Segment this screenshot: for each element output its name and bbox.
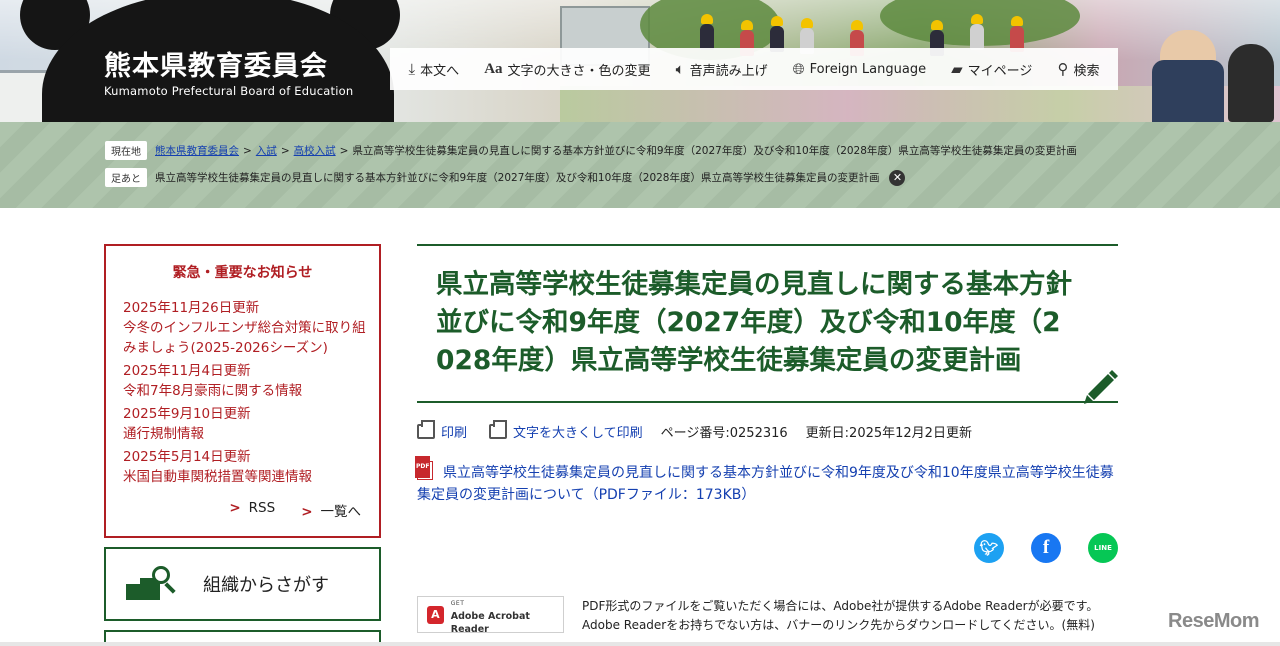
notice-link[interactable]: 通行規制情報 (123, 424, 368, 444)
notice-date: 2025年9月10日更新 (123, 406, 251, 422)
folder-icon: ▰ (951, 60, 963, 78)
font-size-color-link[interactable]: Aa 文字の大きさ・色の変更 (484, 60, 650, 79)
header-photo-child (700, 14, 714, 50)
util-label: 音声読み上げ (689, 63, 768, 79)
org-search-label: 組織からさがす (203, 575, 329, 596)
acrobat-text: GET Adobe Acrobat Reader (451, 595, 563, 635)
acrobat-logo-icon: A (427, 605, 444, 624)
util-label: Foreign Language (809, 61, 927, 77)
site-header: 熊本県教育委員会 Kumamoto Prefectural Board of E… (0, 0, 1280, 122)
history-trail: 足あと 県立高等学校生徒募集定員の見直しに関する基本方針並びに令和9年度（202… (105, 168, 906, 187)
breadcrumb-link-high-school-exam[interactable]: 高校入試 (294, 143, 336, 158)
notices-list: 2025年11月26日更新 今冬のインフルエンザ総合対策に取り組みましょう(20… (123, 298, 379, 487)
util-label: 検索 (1073, 63, 1100, 79)
breadcrumb-separator: > (339, 144, 349, 157)
pdf-link[interactable]: 県立高等学校生徒募集定員の見直しに関する基本方針並びに令和9年度及び令和10年度… (417, 465, 1114, 503)
breadcrumb-separator: > (243, 144, 252, 157)
page-title: 県立高等学校生徒募集定員の見直しに関する基本方針並びに令和9年度（2027年度）… (436, 269, 1072, 376)
header-photo-boy (1228, 44, 1274, 122)
page-meta-row: 印刷 文字を大きくして印刷 ページ番号:0252316 更新日:2025年12月… (417, 420, 972, 441)
pdf-attachment: 県立高等学校生徒募集定員の見直しに関する基本方針並びに令和9年度及び令和10年度… (415, 456, 1117, 506)
globe-icon: 🌐︎ (792, 60, 805, 78)
page-number: ページ番号:0252316 (660, 426, 788, 441)
search-link[interactable]: ⚲ 検索 (1057, 60, 1099, 79)
acrobat-name: Adobe Acrobat Reader (450, 610, 530, 635)
list-item: 2025年9月10日更新 通行規制情報 (123, 404, 379, 444)
twitter-share-icon[interactable]: 🐦︎ (974, 533, 1004, 563)
breadcrumb-current-tag: 現在地 (105, 141, 147, 160)
download-icon: ⤓ (408, 60, 416, 78)
list-item: 2025年11月4日更新 令和7年8月豪雨に関する情報 (123, 361, 379, 401)
pencil-icon (1084, 370, 1118, 404)
util-label: マイページ (967, 63, 1033, 79)
print-label: 印刷 (441, 426, 468, 441)
acrobat-get: GET (450, 599, 465, 607)
font-size-icon: Aa (484, 60, 503, 77)
header-photo-child (970, 14, 984, 50)
site-title[interactable]: 熊本県教育委員会 (104, 44, 328, 83)
print-large-label: 文字を大きくして印刷 (513, 426, 643, 441)
utility-nav: ⤓ 本文へ Aa 文字の大きさ・色の変更 🔈︎ 音声読み上げ 🌐︎ Foreig… (390, 48, 1118, 90)
breadcrumb-link-board[interactable]: 熊本県教育委員会 (155, 143, 239, 158)
org-search-icon (126, 566, 178, 600)
header-photo-girl-uniform (1152, 60, 1224, 122)
skip-to-content-link[interactable]: ⤓ 本文へ (409, 60, 460, 79)
breadcrumb-current-page: 県立高等学校生徒募集定員の見直しに関する基本方針並びに令和9年度（2027年度）… (352, 145, 1077, 157)
acrobat-reader-banner[interactable]: A GET Adobe Acrobat Reader (417, 595, 564, 635)
rss-label: RSS (248, 500, 276, 516)
notices-list-link[interactable]: > 一覧へ (301, 500, 361, 520)
list-label: 一覧へ (320, 504, 362, 520)
notice-link[interactable]: 今冬のインフルエンザ総合対策に取り組みましょう(2025-2026シーズン) (123, 318, 368, 358)
speaker-icon: 🔈︎ (675, 60, 685, 78)
history-tag: 足あと (105, 168, 147, 187)
notices-footer-links: > RSS > 一覧へ (106, 500, 379, 520)
org-search-button[interactable]: 組織からさがす (104, 547, 381, 621)
text-to-speech-link[interactable]: 🔈︎ 音声読み上げ (676, 60, 768, 79)
site-subtitle: Kumamoto Prefectural Board of Education (104, 84, 354, 98)
breadcrumb-band: 現在地 熊本県教育委員会 > 入試 > 高校入試 > 県立高等学校生徒募集定員の… (0, 122, 1280, 208)
printer-icon (489, 420, 508, 439)
important-notices-box: 緊急・重要なお知らせ 2025年11月26日更新 今冬のインフルエンザ総合対策に… (104, 244, 381, 538)
foreign-language-link[interactable]: 🌐︎ Foreign Language (793, 60, 926, 78)
bottom-edge (0, 642, 1280, 646)
printer-icon (417, 420, 435, 439)
search-icon: ⚲ (1057, 60, 1069, 78)
title-rule-bottom (417, 401, 1118, 403)
util-label: 本文へ (420, 63, 460, 79)
history-item[interactable]: 県立高等学校生徒募集定員の見直しに関する基本方針並びに令和9年度（2027年度）… (155, 170, 879, 185)
breadcrumb-separator: > (280, 144, 290, 157)
pdf-file-icon (415, 456, 433, 480)
print-link[interactable]: 印刷 (417, 420, 468, 441)
chevron-right-icon: > (301, 504, 313, 520)
print-large-link[interactable]: 文字を大きくして印刷 (489, 420, 643, 441)
my-page-link[interactable]: ▰ マイページ (951, 60, 1032, 79)
adobe-reader-note: PDF形式のファイルをご覧いただく場合には、Adobe社が提供するAdobe R… (582, 599, 1099, 632)
notice-date: 2025年5月14日更新 (123, 449, 251, 465)
rss-link[interactable]: > RSS (229, 500, 275, 520)
line-share-icon[interactable]: LINE (1088, 533, 1118, 563)
notices-title: 緊急・重要なお知らせ (172, 265, 313, 281)
notice-link[interactable]: 米国自動車関税措置等関連情報 (123, 467, 368, 487)
facebook-share-icon[interactable]: f (1031, 533, 1061, 563)
notice-date: 2025年11月26日更新 (123, 300, 260, 316)
title-rule-top (417, 244, 1118, 246)
line-label: LINE (1094, 544, 1112, 552)
util-label: 文字の大きさ・色の変更 (507, 63, 651, 79)
resemom-watermark: ReseMom (1168, 610, 1259, 632)
updated-date: 更新日:2025年12月2日更新 (805, 426, 972, 441)
notice-date: 2025年11月4日更新 (123, 363, 251, 379)
list-item: 2025年5月14日更新 米国自動車関税措置等関連情報 (123, 447, 379, 487)
notice-link[interactable]: 令和7年8月豪雨に関する情報 (123, 381, 368, 401)
chevron-right-icon: > (229, 500, 241, 516)
close-icon[interactable]: ✕ (889, 169, 906, 186)
list-item: 2025年11月26日更新 今冬のインフルエンザ総合対策に取り組みましょう(20… (123, 298, 379, 358)
breadcrumb: 現在地 熊本県教育委員会 > 入試 > 高校入試 > 県立高等学校生徒募集定員の… (105, 141, 1077, 160)
breadcrumb-link-exam[interactable]: 入試 (256, 143, 277, 158)
